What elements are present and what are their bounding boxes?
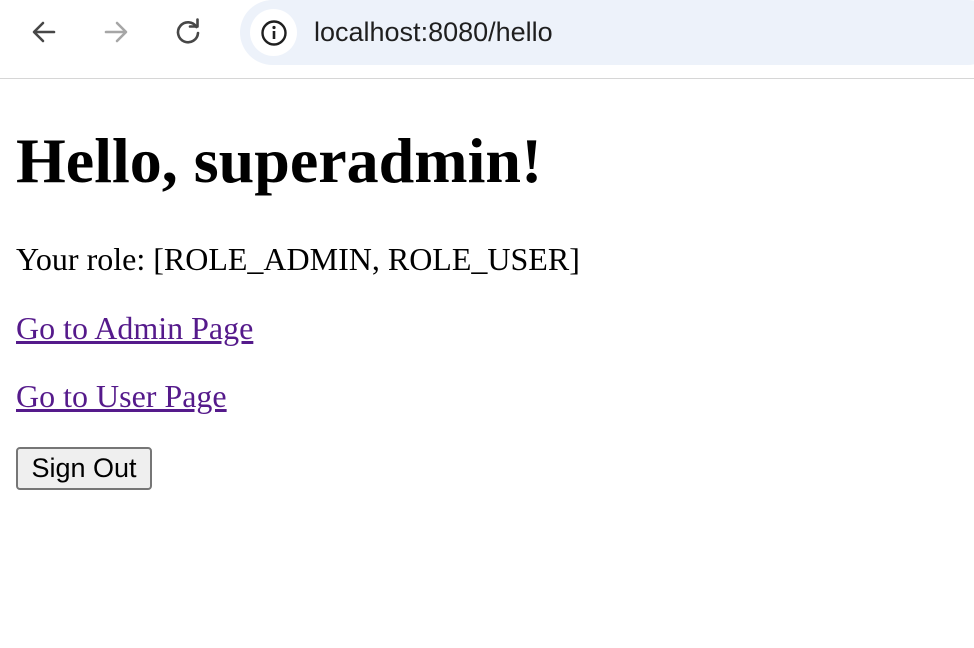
site-info-button[interactable]: [250, 9, 297, 56]
arrow-right-icon: [104, 21, 128, 43]
address-bar[interactable]: localhost:8080/hello: [240, 0, 974, 65]
reload-button[interactable]: [170, 14, 206, 50]
url-text[interactable]: localhost:8080/hello: [314, 16, 553, 48]
info-icon: [260, 19, 287, 46]
forward-button[interactable]: [98, 14, 134, 50]
sign-out-button[interactable]: Sign Out: [16, 447, 152, 490]
browser-toolbar: localhost:8080/hello: [0, 0, 974, 79]
admin-page-link[interactable]: Go to Admin Page: [16, 309, 253, 347]
back-button[interactable]: [26, 14, 62, 50]
user-page-link[interactable]: Go to User Page: [16, 377, 227, 415]
role-text: Your role: [ROLE_ADMIN, ROLE_USER]: [16, 241, 580, 277]
page-heading: Hello, superadmin!: [16, 125, 543, 196]
reload-icon: [176, 18, 200, 44]
arrow-left-icon: [32, 21, 56, 43]
